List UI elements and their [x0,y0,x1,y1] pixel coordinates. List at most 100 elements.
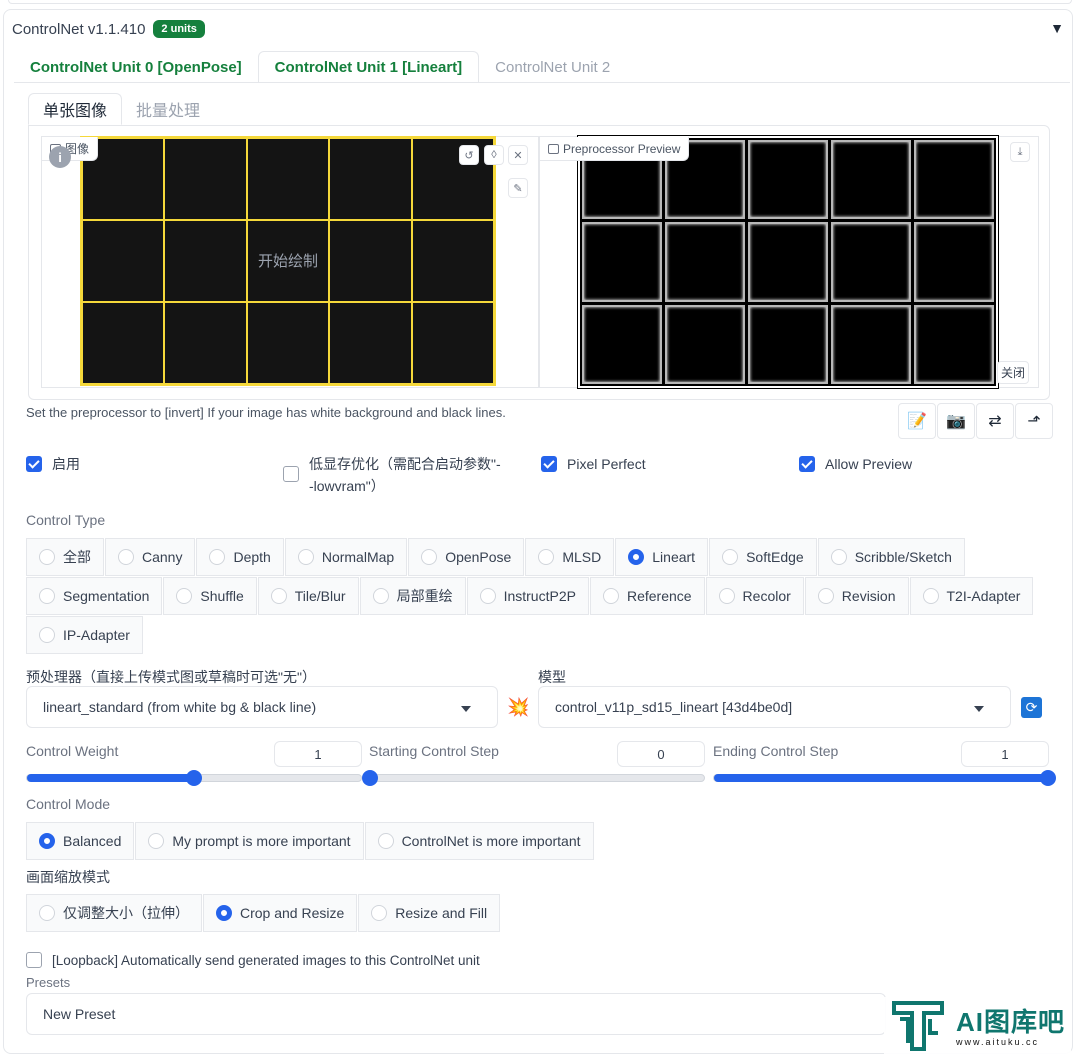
control-type-option[interactable]: Canny [105,538,196,576]
control-type-option[interactable]: Recolor [705,577,804,615]
checkbox-checked[interactable] [799,456,815,472]
preprocessor-select[interactable]: lineart_standard (from white bg & black … [26,686,498,728]
weight-input[interactable]: 1 [274,741,362,767]
tab-unit-2[interactable]: ControlNet Unit 2 [479,51,626,83]
radio[interactable] [39,627,55,643]
allow-preview-label: Allow Preview [825,456,913,472]
tab-unit-1[interactable]: ControlNet Unit 1 [Lineart] [257,51,480,83]
control-type-option[interactable]: InstructP2P [466,577,589,615]
preview-label-text: Preprocessor Preview [563,141,681,156]
model-value: control_v11p_sd15_lineart [43d4be0d] [555,699,793,715]
enable-checkbox[interactable]: 启用 [26,453,80,475]
radio[interactable] [270,588,287,604]
radio-selected[interactable] [39,833,55,849]
eraser-icon[interactable]: ◊ [484,145,504,165]
radio[interactable] [377,833,394,849]
radio[interactable] [118,549,134,565]
weight-thumb[interactable] [186,770,202,786]
end-step-label: Ending Control Step [713,743,839,759]
control-type-option[interactable]: IP-Adapter [26,616,143,654]
undo-icon[interactable]: ↺ [459,145,479,165]
previous-panel-edge [8,0,1072,4]
model-select[interactable]: control_v11p_sd15_lineart [43d4be0d] [538,686,1011,728]
radio[interactable] [297,549,314,565]
lowvram-checkbox[interactable]: 低显存优化（需配合启动参数"- -lowvram"） [283,453,501,497]
control-mode-option-selected[interactable]: Balanced [26,822,135,860]
camera-icon[interactable]: 📷 [937,403,975,439]
radio-selected[interactable] [628,549,645,565]
refresh-icon[interactable]: ⟳ [1021,697,1042,718]
checkbox-checked[interactable] [541,456,557,472]
control-type-option[interactable]: Reference [589,577,705,615]
end-step-input[interactable]: 1 [961,741,1049,767]
radio[interactable] [39,588,55,604]
tab-unit-0[interactable]: ControlNet Unit 0 [OpenPose] [14,51,258,83]
tab-single-image[interactable]: 单张图像 [28,93,123,125]
invert-hint: Set the preprocessor to [invert] If your… [26,405,506,420]
start-step-slider[interactable] [362,770,705,786]
tab-batch[interactable]: 批量处理 [122,93,214,125]
preview-label: Preprocessor Preview [540,137,690,161]
resize-mode-option-selected[interactable]: Crop and Resize [203,894,358,932]
radio-selected[interactable] [216,905,232,921]
control-type-option[interactable]: Scribble/Sketch [817,538,965,576]
control-mode-option[interactable]: ControlNet is more important [364,822,594,860]
close-preview-button[interactable]: 关闭 [997,361,1030,384]
radio[interactable] [39,905,55,921]
panel-header[interactable]: ControlNet v1.1.410 2 units [12,20,205,38]
start-step-input[interactable]: 0 [617,741,705,767]
control-type-option[interactable]: OpenPose [408,538,525,576]
control-type-option[interactable]: 局部重绘 [359,577,466,615]
checkbox-checked[interactable] [26,456,42,472]
control-type-option[interactable]: Segmentation [26,577,163,615]
resize-mode-option[interactable]: Resize and Fill [358,894,501,932]
radio[interactable] [176,588,193,604]
control-type-option[interactable]: Revision [804,577,909,615]
brush-icon[interactable]: ✎ [508,178,528,198]
radio[interactable] [209,549,226,565]
preset-select[interactable]: New Preset [26,993,886,1035]
allow-preview-checkbox[interactable]: Allow Preview [799,453,912,475]
radio[interactable] [722,549,739,565]
control-type-option[interactable]: Shuffle [163,577,257,615]
close-icon[interactable]: ✕ [508,145,528,165]
radio[interactable] [479,588,496,604]
edit-icon[interactable]: 📝 [898,403,936,439]
checkbox-unchecked[interactable] [26,952,42,968]
radio[interactable] [922,588,939,604]
radio[interactable] [830,549,847,565]
control-type-option[interactable]: NormalMap [284,538,408,576]
send-icon[interactable]: ⬏ [1015,403,1053,439]
start-thumb[interactable] [362,770,378,786]
loopback-checkbox[interactable]: [Loopback] Automatically send generated … [26,950,480,972]
explosion-icon[interactable]: 💥 [507,697,529,718]
radio[interactable] [372,588,389,604]
control-type-option[interactable]: Depth [196,538,284,576]
radio[interactable] [148,833,165,849]
triangle-down-icon[interactable]: ▼ [1050,20,1064,36]
control-type-option[interactable]: SoftEdge [709,538,817,576]
control-mode-option[interactable]: My prompt is more important [135,822,364,860]
resize-mode-option[interactable]: 仅调整大小（拉伸） [26,894,202,932]
control-type-option[interactable]: MLSD [525,538,615,576]
weight-slider[interactable] [26,770,362,786]
download-icon[interactable]: ⤓ [1010,142,1030,162]
radio[interactable] [371,905,388,921]
info-icon[interactable]: i [49,146,71,168]
option-label: T2I-Adapter [946,588,1021,604]
end-step-slider[interactable] [713,770,1056,786]
radio[interactable] [421,549,438,565]
control-type-option[interactable]: Tile/Blur [257,577,359,615]
checkbox-unchecked[interactable] [283,466,299,482]
control-type-option-selected[interactable]: Lineart [615,538,709,576]
control-type-option[interactable]: 全部 [26,538,104,576]
radio[interactable] [39,549,55,565]
end-thumb[interactable] [1040,770,1056,786]
radio[interactable] [817,588,834,604]
radio[interactable] [602,588,619,604]
radio[interactable] [538,549,555,565]
pixel-perfect-checkbox[interactable]: Pixel Perfect [541,453,646,475]
radio[interactable] [718,588,735,604]
control-type-option[interactable]: T2I-Adapter [909,577,1034,615]
swap-icon[interactable]: ⇄ [976,403,1014,439]
